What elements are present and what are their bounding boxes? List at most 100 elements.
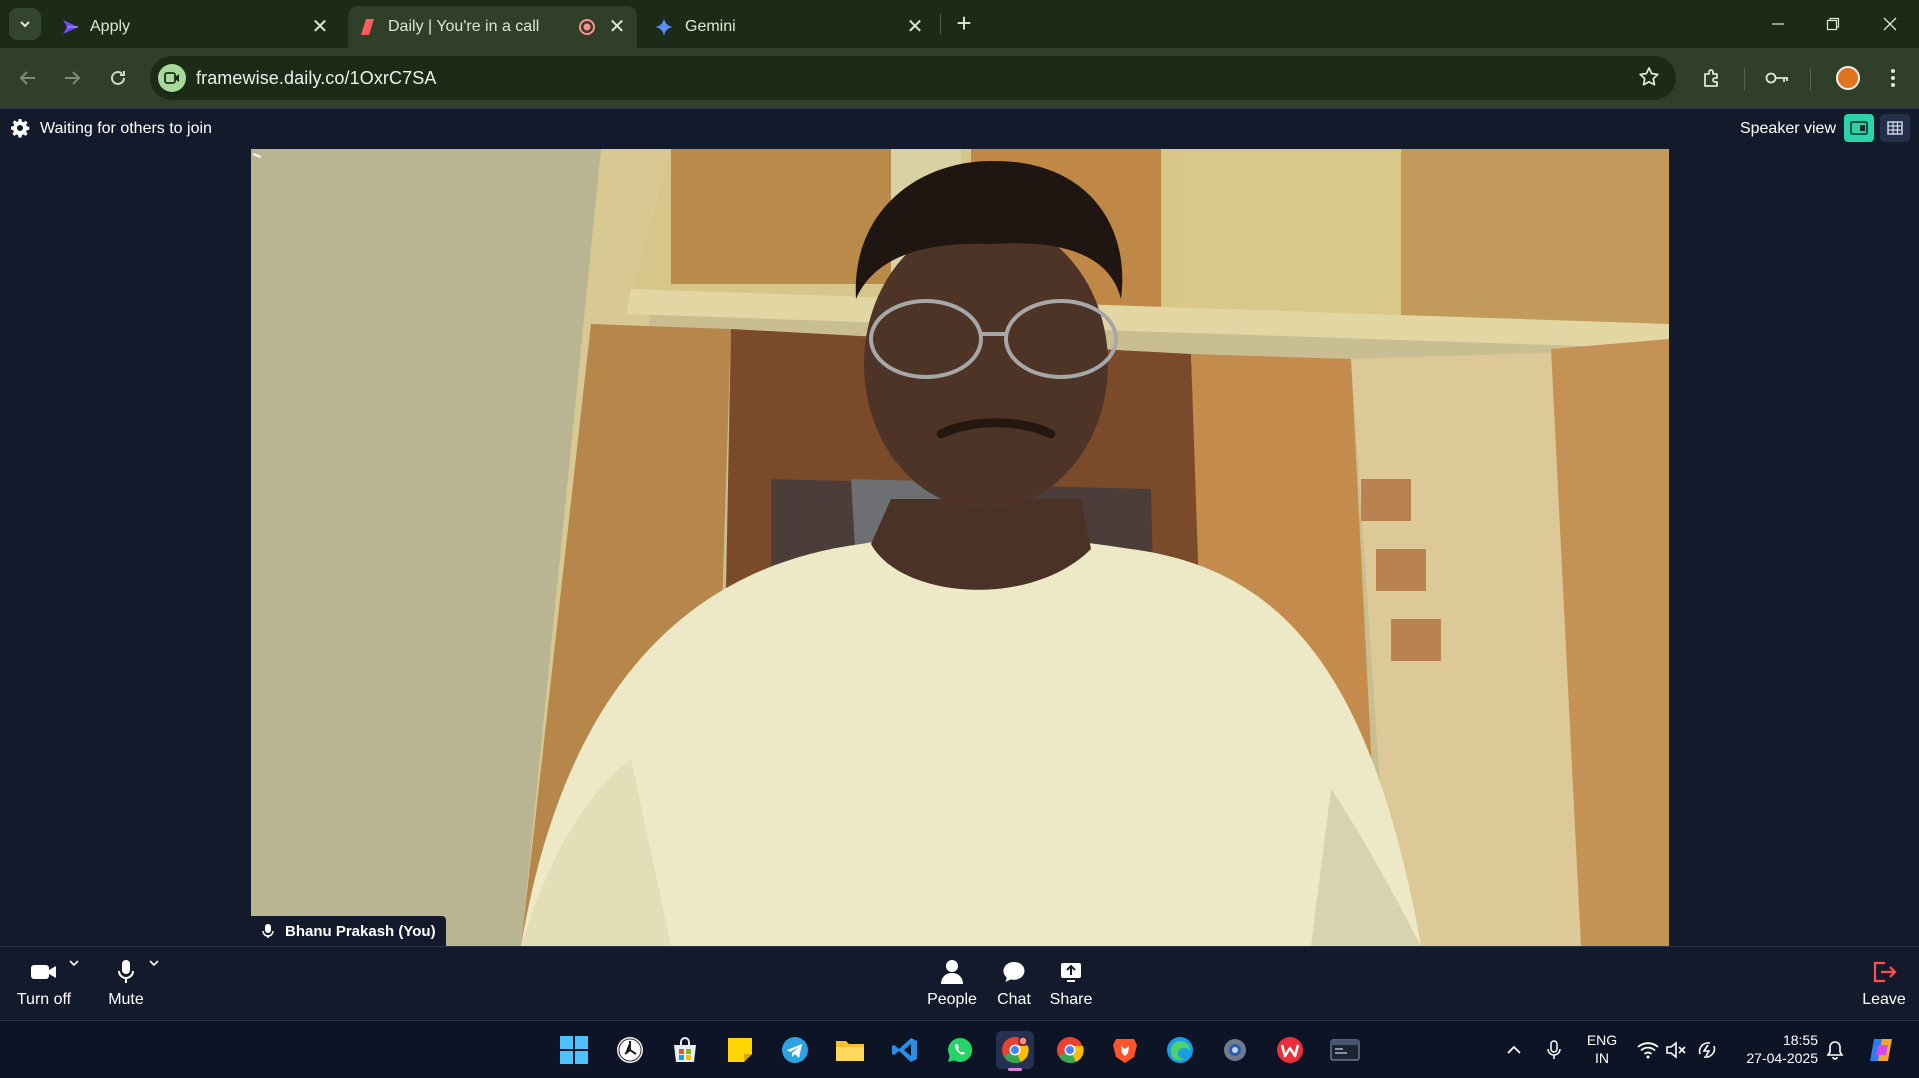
- share-screen-button[interactable]: Share: [1031, 957, 1111, 1015]
- url-text[interactable]: framewise.daily.co/1OxrC7SA: [196, 68, 436, 89]
- site-info-button[interactable]: [158, 64, 186, 92]
- tab-gemini[interactable]: Gemini ✕: [645, 6, 935, 48]
- share-screen-icon: [1061, 963, 1081, 982]
- chat-bubble-icon: [1003, 962, 1025, 982]
- vscode-icon: [892, 1038, 917, 1062]
- video-stage: Bhanu Prakash (You): [0, 148, 1919, 946]
- edge-icon: [1167, 1037, 1193, 1063]
- minimize-icon: [1772, 23, 1784, 25]
- active-app-indicator: [1008, 1068, 1022, 1071]
- call-header: Waiting for others to join Speaker view: [0, 108, 1919, 148]
- clock-icon: [617, 1037, 643, 1063]
- gemini-sparkle-icon: [655, 18, 673, 36]
- taskbar-terminal-app[interactable]: [1326, 1031, 1364, 1069]
- participant-video: [251, 149, 1669, 946]
- arrow-left-icon: [19, 71, 35, 85]
- participant-name-tag: Bhanu Prakash (You): [251, 916, 446, 946]
- chevron-down-icon: [20, 21, 30, 28]
- whatsapp-icon: [948, 1037, 973, 1062]
- taskbar-store-app[interactable]: [666, 1031, 704, 1069]
- taskbar-settings-app[interactable]: [1216, 1031, 1254, 1069]
- profile-avatar[interactable]: [1836, 66, 1860, 90]
- taskbar-vscode-app[interactable]: [886, 1031, 924, 1069]
- recording-indicator-icon: [579, 19, 595, 35]
- taskbar-chrome-active-app[interactable]: [996, 1031, 1034, 1071]
- tab-search-button[interactable]: [9, 8, 41, 40]
- battery-status[interactable]: [1695, 1038, 1719, 1062]
- speaker-view-button[interactable]: [1844, 114, 1874, 142]
- settings-button[interactable]: [10, 118, 32, 140]
- tab-separator: [940, 14, 941, 34]
- taskbar-edge-app[interactable]: [1161, 1031, 1199, 1069]
- gear-icon: [1224, 1039, 1246, 1061]
- person-icon: [941, 960, 963, 984]
- new-tab-button[interactable]: +: [950, 10, 978, 38]
- taskbar-file-explorer-app[interactable]: [831, 1031, 869, 1069]
- copilot-button[interactable]: [1864, 1033, 1898, 1067]
- mic-toggle-label: Mute: [108, 991, 144, 1008]
- extensions-button[interactable]: [1696, 62, 1728, 94]
- tab-apply[interactable]: Apply ✕: [50, 6, 340, 48]
- taskbar-whatsapp-app[interactable]: [941, 1031, 979, 1069]
- input-language-indicator[interactable]: ENG IN: [1586, 1031, 1618, 1067]
- taskbar-chrome-app[interactable]: [1051, 1031, 1089, 1069]
- puzzle-icon: [1704, 69, 1718, 87]
- copilot-icon: [1870, 1039, 1892, 1061]
- reload-button[interactable]: [102, 62, 134, 94]
- system-clock[interactable]: 18:55 27-04-2025: [1736, 1031, 1818, 1067]
- back-button[interactable]: [12, 62, 44, 94]
- sticky-note-icon: [728, 1038, 752, 1062]
- leave-call-button[interactable]: Leave: [1844, 957, 1919, 1015]
- tab-daily-call[interactable]: Daily | You're in a call ✕: [348, 6, 637, 48]
- chevron-down-icon[interactable]: [68, 959, 80, 967]
- microphone-icon: [118, 960, 134, 983]
- video-camera-icon: [31, 965, 56, 979]
- view-mode-label: Speaker view: [1739, 120, 1836, 137]
- restore-button[interactable]: [1813, 8, 1853, 40]
- daily-tab-icon: [361, 19, 374, 35]
- chevron-down-icon[interactable]: [148, 959, 160, 967]
- microphone-icon: [1547, 1040, 1561, 1059]
- arrow-right-icon: [65, 71, 81, 85]
- close-tab-icon[interactable]: ✕: [607, 17, 627, 37]
- share-label: Share: [1049, 991, 1093, 1008]
- grid-view-button[interactable]: [1880, 114, 1910, 142]
- chrome-icon: [1002, 1036, 1029, 1064]
- restore-icon: [1826, 17, 1840, 31]
- taskbar-telegram-app[interactable]: [776, 1031, 814, 1069]
- taskbar-sticky-notes-app[interactable]: [721, 1031, 759, 1069]
- tab-title: Apply: [90, 18, 131, 35]
- wifi-icon: [1637, 1042, 1659, 1059]
- address-bar[interactable]: framewise.daily.co/1OxrC7SA: [150, 56, 1676, 100]
- notifications-button[interactable]: [1823, 1038, 1847, 1062]
- call-status-text: Waiting for others to join: [40, 120, 212, 137]
- minimize-button[interactable]: [1758, 8, 1798, 40]
- camera-toggle-button[interactable]: Turn off: [4, 957, 84, 1015]
- star-icon: [1639, 67, 1659, 86]
- close-tab-icon[interactable]: ✕: [905, 17, 925, 37]
- tab-title: Gemini: [685, 18, 736, 35]
- volume-status[interactable]: [1664, 1038, 1688, 1062]
- wifi-status[interactable]: [1636, 1038, 1660, 1062]
- camera-toggle-label: Turn off: [16, 991, 72, 1008]
- browser-menu-button[interactable]: [1877, 62, 1909, 94]
- close-window-button[interactable]: [1870, 8, 1910, 40]
- microphone-in-use-indicator[interactable]: [1542, 1038, 1566, 1062]
- show-hidden-icons-button[interactable]: [1502, 1038, 1526, 1062]
- telegram-icon: [782, 1037, 808, 1063]
- password-manager-button[interactable]: [1761, 62, 1793, 94]
- mic-toggle-button[interactable]: Mute: [86, 957, 166, 1015]
- grid-view-icon: [1887, 121, 1903, 135]
- start-button[interactable]: [555, 1031, 593, 1069]
- taskbar-wps-office-app[interactable]: [1271, 1031, 1309, 1069]
- region-code: IN: [1595, 1050, 1609, 1066]
- close-icon: [1883, 17, 1897, 31]
- close-tab-icon[interactable]: ✕: [310, 17, 330, 37]
- webcam-frame-illustration: [251, 149, 1669, 946]
- taskbar-brave-app[interactable]: [1106, 1031, 1144, 1069]
- apply-tab-icon: [63, 20, 78, 34]
- bookmark-star-button[interactable]: [1638, 66, 1662, 90]
- taskbar-clock-app[interactable]: [611, 1031, 649, 1069]
- toolbar-separator: [1744, 68, 1745, 90]
- forward-button[interactable]: [56, 62, 88, 94]
